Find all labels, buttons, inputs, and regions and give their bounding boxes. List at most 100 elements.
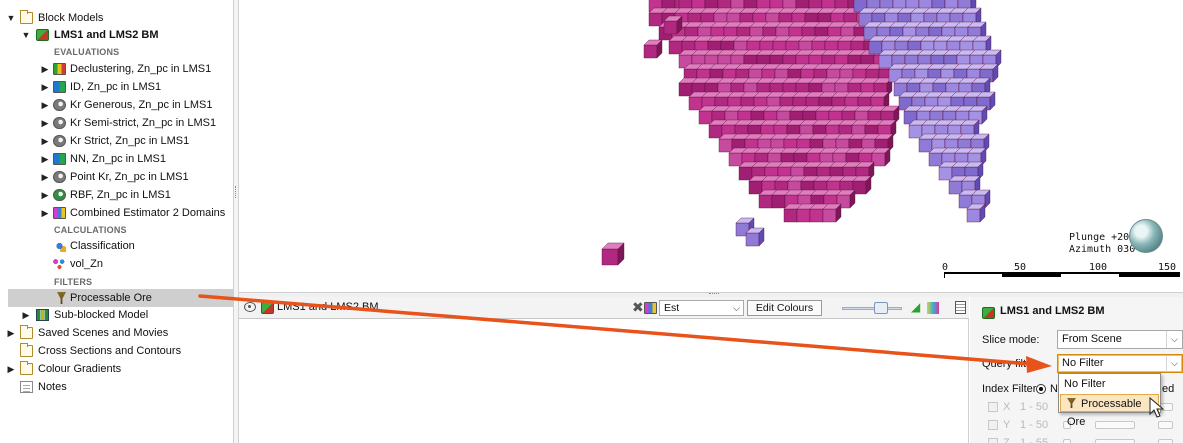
tree-item-nn[interactable]: ▶ NN, Zn_pc in LMS1 <box>0 150 234 168</box>
axis-range-slider[interactable] <box>1095 439 1135 443</box>
index-filter-trailing-label: ed <box>1162 383 1175 395</box>
kriging-icon <box>53 99 66 111</box>
lighting-icon[interactable]: ◢ <box>911 300 920 314</box>
project-tree: ▼ Block Models ▼ LMS1 and LMS2 BM EVALUATION… <box>0 0 234 443</box>
expander-right-icon[interactable]: ▶ <box>40 114 50 132</box>
calculation-icon <box>53 258 66 270</box>
axis-range-slider[interactable] <box>1095 421 1135 429</box>
expander-down-icon[interactable]: ▼ <box>21 26 31 44</box>
expander-right-icon[interactable]: ▶ <box>40 186 50 204</box>
splitter-grip[interactable] <box>235 186 238 198</box>
expander-right-icon[interactable]: ▶ <box>40 132 50 150</box>
axis-label: Y <box>1003 419 1011 431</box>
scale-tick-100: 100 <box>1089 262 1108 273</box>
tree-item-cross-sections[interactable]: Cross Sections and Contours <box>0 342 234 360</box>
block-cube <box>852 175 872 195</box>
axis-range: 1 - 50 <box>1020 419 1049 431</box>
slice-mode-select[interactable]: From Scene ⌵ <box>1057 330 1183 349</box>
tree-item-label: Kr Strict, Zn_pc in LMS1 <box>70 135 190 147</box>
shape-list-item-label: LMS1 and LMS2 BM <box>277 301 379 313</box>
folder-icon <box>20 361 33 375</box>
dropdown-option-processable-ore[interactable]: Processable Ore <box>1060 394 1159 428</box>
axis-y-checkbox[interactable] <box>988 420 998 430</box>
axis-range: 1 - 55 <box>1020 437 1049 443</box>
tree-item-label: LMS1 and LMS2 BM <box>54 29 159 41</box>
colour-field-select[interactable]: Est ⌵ <box>659 300 744 316</box>
scene-view[interactable]: Plunge +20 Azimuth 030 0 50 100 150 <box>239 0 1183 292</box>
folder-icon <box>20 343 33 357</box>
dropdown-option-no-filter[interactable]: No Filter <box>1060 375 1159 393</box>
tree-item-label: Saved Scenes and Movies <box>38 327 169 339</box>
tree-item-processable-ore[interactable]: Processable Ore <box>8 289 234 307</box>
query-filter-label: Query filter: <box>982 358 1039 370</box>
expander-right-icon[interactable]: ▶ <box>40 168 50 186</box>
axis-range-slider[interactable] <box>1063 439 1071 443</box>
chevron-down-icon: ⌵ <box>1166 355 1182 372</box>
tree-item-declustering[interactable]: ▶ Declustering, Zn_pc in LMS1 <box>0 60 234 78</box>
axis-range-slider[interactable] <box>1158 421 1173 429</box>
classification-icon <box>53 240 66 252</box>
tree-item-label: Declustering, Zn_pc in LMS1 <box>70 63 212 75</box>
opacity-slider-thumb[interactable] <box>874 302 888 314</box>
tree-item-label: Processable Ore <box>70 292 152 304</box>
tree-item-kr-strict[interactable]: ▶ Kr Strict, Zn_pc in LMS1 <box>0 132 234 150</box>
shape-list-row[interactable]: LMS1 and LMS2 BM ✖ Est ⌵ Edit Colours ◢ <box>239 297 969 319</box>
scale-tick-0: 0 <box>942 262 949 273</box>
tree-item-combined-estimator[interactable]: ▶ Combined Estimator 2 Domains <box>0 204 234 222</box>
shape-list-panel: LMS1 and LMS2 BM ✖ Est ⌵ Edit Colours ◢ <box>239 297 969 443</box>
scale-bar <box>944 272 1180 278</box>
expander-down-icon[interactable]: ▼ <box>6 9 16 27</box>
tree-item-lms1-lms2-bm[interactable]: ▼ LMS1 and LMS2 BM <box>0 26 234 44</box>
axis-range-slider[interactable] <box>1158 439 1173 443</box>
expander-right-icon[interactable]: ▶ <box>40 150 50 168</box>
expander-right-icon[interactable]: ▶ <box>40 60 50 78</box>
colour-palette-icon[interactable] <box>927 302 939 314</box>
expander-right-icon[interactable]: ▶ <box>6 360 16 378</box>
block-model-icon <box>982 307 995 319</box>
tree-item-colour-gradients[interactable]: ▶ Colour Gradients <box>0 360 234 378</box>
chevron-down-icon: ⌵ <box>1166 331 1182 348</box>
tree-item-id[interactable]: ▶ ID, Zn_pc in LMS1 <box>0 78 234 96</box>
query-filter-select[interactable]: No Filter ⌵ <box>1057 354 1183 373</box>
axis-z-checkbox[interactable] <box>988 438 998 443</box>
block-model-icon <box>261 302 274 314</box>
tree-item-block-models[interactable]: ▼ Block Models <box>0 9 234 27</box>
tree-item-kr-generous[interactable]: ▶ Kr Generous, Zn_pc in LMS1 <box>0 96 234 114</box>
tree-item-label: Kr Semi-strict, Zn_pc in LMS1 <box>70 117 217 129</box>
slice-mode-label: Slice mode: <box>982 334 1040 346</box>
tree-item-notes[interactable]: Notes <box>0 378 234 396</box>
filter-icon <box>1067 398 1076 408</box>
properties-panel-icon[interactable] <box>955 301 966 314</box>
orientation-globe-icon[interactable] <box>1129 219 1163 253</box>
expander-right-icon[interactable]: ▶ <box>40 78 50 96</box>
block-cube <box>871 147 891 167</box>
sub-blocked-model-icon <box>36 309 49 321</box>
expander-right-icon[interactable]: ▶ <box>40 204 50 222</box>
tree-item-saved-scenes[interactable]: ▶ Saved Scenes and Movies <box>0 324 234 342</box>
orientation-plunge: Plunge +20 <box>1069 232 1130 243</box>
expander-right-icon[interactable]: ▶ <box>6 324 16 342</box>
index-filter-radio[interactable] <box>1036 384 1046 394</box>
axis-label: Z <box>1003 437 1010 443</box>
tree-item-vol-zn[interactable]: vol_Zn <box>0 255 234 273</box>
scale-tick-50: 50 <box>1014 262 1027 273</box>
visibility-eye-icon[interactable] <box>244 302 256 312</box>
expander-right-icon[interactable]: ▶ <box>21 306 31 324</box>
index-filter-label: Index Filter: <box>982 383 1040 395</box>
tree-item-label: Notes <box>38 381 67 393</box>
axis-x-checkbox[interactable] <box>988 402 998 412</box>
expander-right-icon[interactable]: ▶ <box>40 96 50 114</box>
tree-item-sub-blocked-model[interactable]: ▶ Sub-blocked Model <box>0 306 234 324</box>
declustering-icon <box>53 63 66 75</box>
chevron-down-icon: ⌵ <box>733 303 740 313</box>
tree-item-rbf[interactable]: ▶ RBF, Zn_pc in LMS1 <box>0 186 234 204</box>
tree-item-label: vol_Zn <box>70 258 104 270</box>
remove-x-icon[interactable]: ✖ <box>632 299 644 316</box>
kriging-icon <box>53 117 66 129</box>
tree-item-point-kr[interactable]: ▶ Point Kr, Zn_pc in LMS1 <box>0 168 234 186</box>
tree-item-kr-semi-strict[interactable]: ▶ Kr Semi-strict, Zn_pc in LMS1 <box>0 114 234 132</box>
tree-item-classification[interactable]: Classification <box>0 237 234 255</box>
opacity-slider-track[interactable] <box>842 307 902 310</box>
edit-colours-button[interactable]: Edit Colours <box>747 300 822 316</box>
tree-item-label: ID, Zn_pc in LMS1 <box>70 81 162 93</box>
